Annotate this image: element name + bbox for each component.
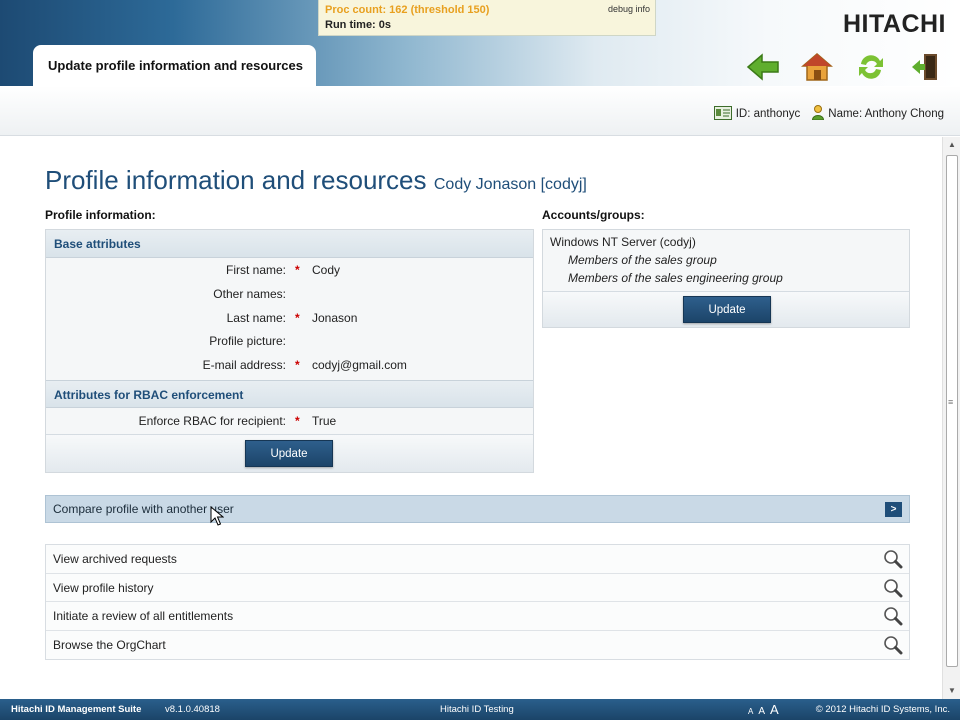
compare-profile-label: Compare profile with another user bbox=[53, 502, 234, 516]
field-label: Profile picture: bbox=[209, 334, 286, 348]
link-label: View archived requests bbox=[53, 552, 177, 566]
person-icon bbox=[812, 105, 825, 123]
group-item: Members of the sales group bbox=[568, 253, 717, 267]
font-large-button[interactable]: A bbox=[770, 702, 779, 717]
link-label: Initiate a review of all entitlements bbox=[53, 609, 234, 623]
back-arrow-icon[interactable] bbox=[746, 50, 780, 84]
accounts-section-label: Accounts/groups: bbox=[542, 208, 645, 222]
field-label: E-mail address: bbox=[202, 358, 286, 372]
field-label: Enforce RBAC for recipient: bbox=[138, 414, 286, 428]
expand-arrow-icon[interactable]: > bbox=[885, 502, 902, 517]
user-name: Name: Anthony Chong bbox=[828, 108, 944, 120]
debug-panel: Proc count: 162 (threshold 150) Run time… bbox=[318, 0, 656, 36]
required-marker: * bbox=[295, 263, 300, 277]
accounts-button-bar: Update bbox=[543, 291, 909, 327]
footer-copyright: © 2012 Hitachi ID Systems, Inc. bbox=[815, 704, 950, 715]
field-value: Jonason bbox=[312, 311, 358, 325]
field-label: Last name: bbox=[226, 311, 286, 325]
compare-profile-row[interactable]: Compare profile with another user > bbox=[45, 495, 910, 523]
scroll-down-icon[interactable]: ▼ bbox=[943, 683, 960, 699]
scroll-grip-icon: ≡ bbox=[948, 397, 954, 407]
required-marker: * bbox=[295, 358, 300, 372]
user-id: ID: anthonyc bbox=[735, 108, 801, 120]
app-header: Proc count: 162 (threshold 150) Run time… bbox=[0, 0, 960, 87]
required-marker: * bbox=[295, 414, 300, 428]
field-value: codyj@gmail.com bbox=[312, 358, 407, 372]
font-size-controls: A A A bbox=[748, 702, 779, 717]
scroll-up-icon[interactable]: ▲ bbox=[943, 137, 960, 153]
rbac-heading: Attributes for RBAC enforcement bbox=[46, 380, 533, 408]
debug-info-link[interactable]: debug info bbox=[608, 4, 650, 14]
user-bar: ID: anthonyc Name: Anthony Chong bbox=[0, 86, 960, 136]
required-marker: * bbox=[295, 311, 300, 325]
main-content: Profile information and resources Cody J… bbox=[0, 137, 942, 699]
profile-button-bar: Update bbox=[46, 434, 533, 472]
field-label: Other names: bbox=[213, 287, 286, 301]
refresh-icon[interactable] bbox=[854, 50, 888, 84]
mouse-cursor-icon bbox=[210, 505, 225, 529]
run-time: Run time: 0s bbox=[325, 19, 392, 31]
page-title-text: Profile information and resources bbox=[45, 165, 427, 195]
tab-update-profile[interactable]: Update profile information and resources bbox=[33, 45, 316, 87]
field-label: First name: bbox=[225, 263, 286, 277]
proc-count: Proc count: 162 (threshold 150) bbox=[325, 4, 490, 16]
profile-section-label: Profile information: bbox=[45, 208, 156, 222]
magnifier-icon[interactable] bbox=[883, 578, 903, 598]
page-title: Profile information and resources Cody J… bbox=[45, 165, 587, 196]
link-view-archived-requests[interactable]: View archived requests bbox=[46, 545, 909, 574]
scroll-thumb[interactable] bbox=[946, 155, 958, 667]
id-card-icon bbox=[713, 105, 732, 123]
footer-version: v8.1.0.40818 bbox=[165, 704, 220, 715]
magnifier-icon[interactable] bbox=[883, 606, 903, 626]
font-small-button[interactable]: A bbox=[748, 707, 753, 716]
profile-panel: Base attributes First name: * Cody Other… bbox=[45, 229, 534, 473]
font-medium-button[interactable]: A bbox=[758, 706, 765, 717]
magnifier-icon[interactable] bbox=[883, 549, 903, 569]
page-subtitle: Cody Jonason [codyj] bbox=[433, 176, 587, 193]
magnifier-icon[interactable] bbox=[883, 635, 903, 655]
link-label: Browse the OrgChart bbox=[53, 637, 166, 652]
toolbar-icons bbox=[746, 50, 942, 84]
account-system: Windows NT Server (codyj) bbox=[550, 235, 696, 249]
user-info: ID: anthonyc Name: Anthony Chong bbox=[713, 105, 944, 123]
accounts-panel: Windows NT Server (codyj) Members of the… bbox=[542, 229, 910, 328]
link-view-profile-history[interactable]: View profile history bbox=[46, 573, 909, 602]
field-value: True bbox=[312, 414, 337, 428]
vertical-scrollbar[interactable]: ▲ ≡ ▼ bbox=[942, 137, 960, 699]
accounts-update-button[interactable]: Update bbox=[683, 296, 771, 323]
profile-update-button[interactable]: Update bbox=[245, 440, 333, 467]
logout-door-icon[interactable] bbox=[908, 50, 942, 84]
link-label: View profile history bbox=[53, 580, 154, 595]
home-icon[interactable] bbox=[800, 50, 834, 84]
field-value: Cody bbox=[312, 263, 341, 277]
footer-instance: Hitachi ID Testing bbox=[440, 704, 514, 715]
app-footer: Hitachi ID Management Suite v8.1.0.40818… bbox=[0, 699, 960, 720]
link-browse-orgchart[interactable]: Browse the OrgChart bbox=[46, 630, 909, 659]
group-item: Members of the sales engineering group bbox=[568, 271, 783, 285]
actions-list: View archived requests View profile hist… bbox=[45, 544, 910, 660]
base-attributes-heading: Base attributes bbox=[46, 230, 533, 258]
link-review-entitlements[interactable]: Initiate a review of all entitlements bbox=[46, 602, 909, 631]
footer-product: Hitachi ID Management Suite bbox=[11, 704, 142, 715]
hitachi-logo: HITACHI bbox=[842, 10, 946, 38]
